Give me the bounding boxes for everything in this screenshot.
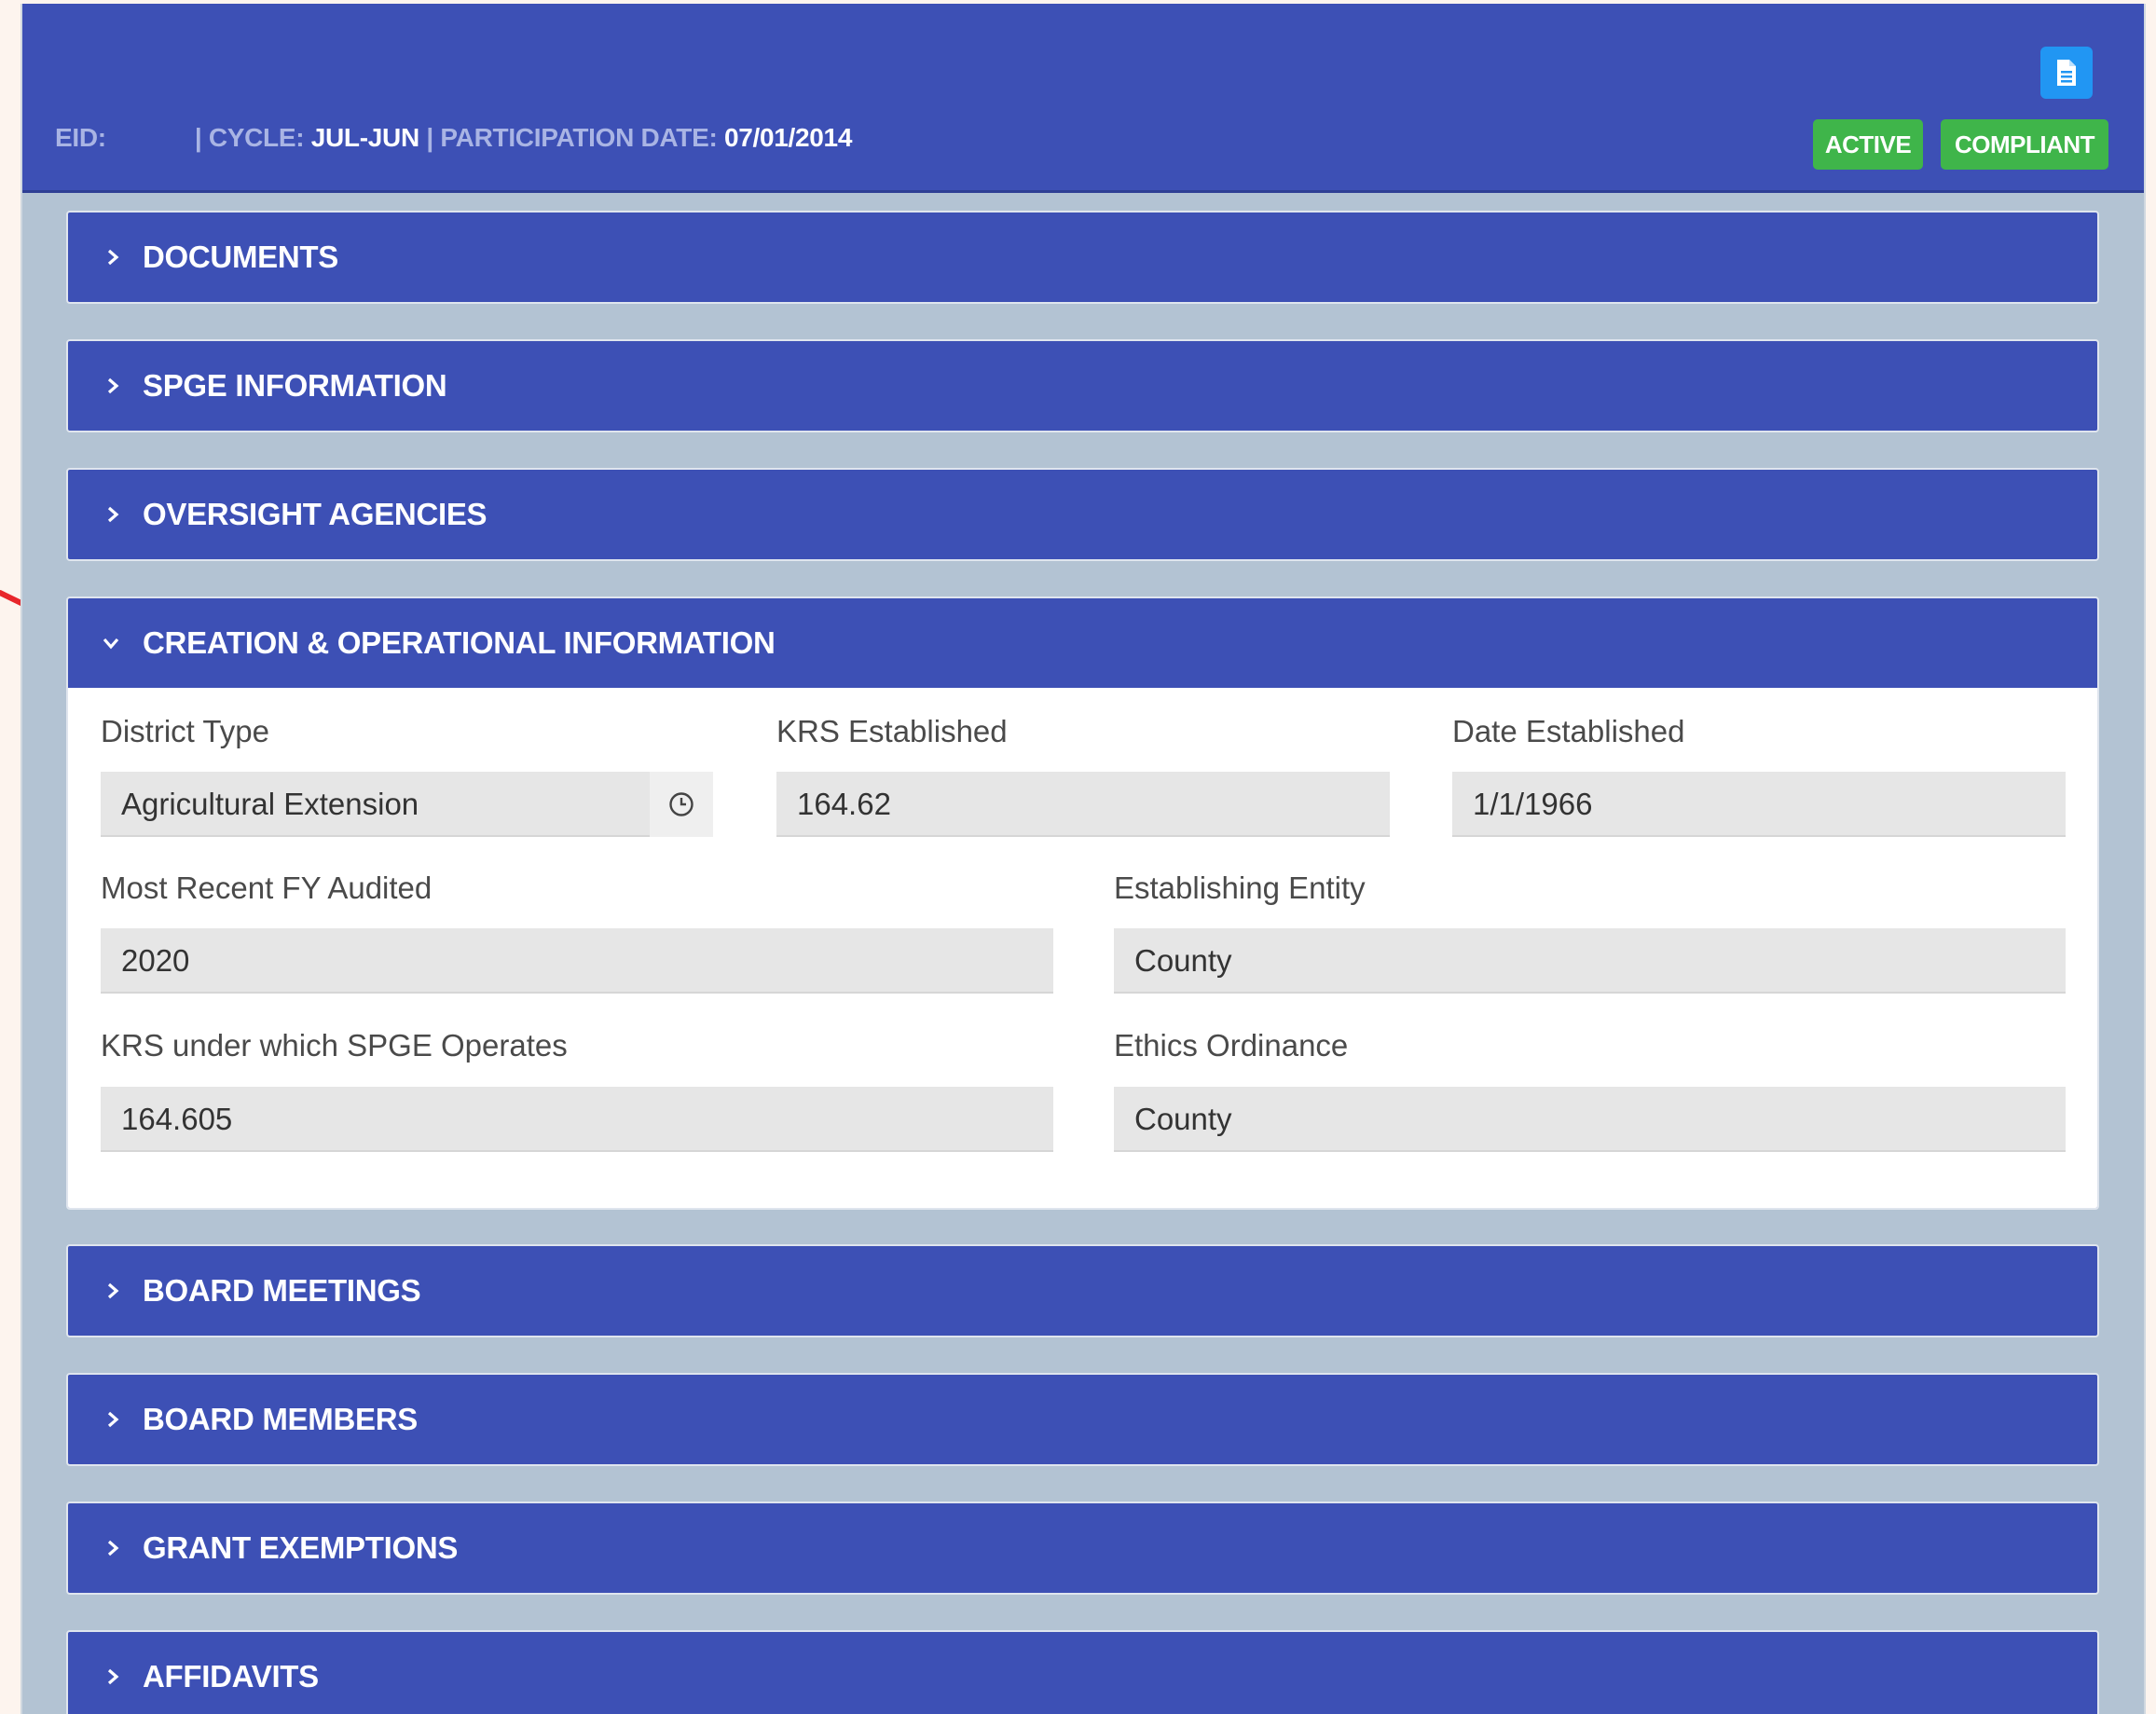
krs-operates-field[interactable]: 164.605	[101, 1087, 1053, 1152]
district-type-history-button[interactable]	[650, 772, 713, 837]
panel-title: BOARD MEETINGS	[143, 1273, 421, 1308]
chevron-right-icon	[107, 1668, 119, 1685]
panel-title: DOCUMENTS	[143, 240, 338, 274]
eid-label: EID:	[55, 123, 106, 152]
creation-operational-form: District Type Agricultural Extension KRS…	[68, 688, 2097, 1208]
panel-spge-information: SPGE INFORMATION	[66, 339, 2099, 432]
status-badge-compliant: COMPLIANT	[1941, 119, 2108, 170]
cycle-value: JUL-JUN	[310, 123, 419, 152]
krs-established-label: KRS Established	[776, 714, 1008, 748]
district-type-field[interactable]: Agricultural Extension	[101, 772, 650, 837]
panel-title: CREATION & OPERATIONAL INFORMATION	[143, 625, 776, 660]
panel-spge-information-header[interactable]: SPGE INFORMATION	[68, 341, 2097, 431]
panel-title: AFFIDAVITS	[143, 1659, 319, 1693]
krs-operates-label: KRS under which SPGE Operates	[101, 1028, 568, 1063]
panel-title: SPGE INFORMATION	[143, 368, 447, 403]
entity-meta-line: EID: | CYCLE: JUL-JUN | PARTICIPATION DAT…	[55, 123, 852, 153]
panel-title: OVERSIGHT AGENCIES	[143, 497, 488, 531]
panel-affidavits: AFFIDAVITS	[66, 1630, 2099, 1714]
participation-date-value: 07/01/2014	[723, 123, 853, 152]
most-recent-fy-audited-field[interactable]: 2020	[101, 928, 1053, 994]
panel-creation-operational-header[interactable]: CREATION & OPERATIONAL INFORMATION	[68, 598, 2097, 688]
ethics-ordinance-label: Ethics Ordinance	[1114, 1028, 1349, 1063]
panel-documents: DOCUMENTS	[66, 211, 2099, 304]
panel-title: GRANT EXEMPTIONS	[143, 1530, 459, 1565]
panel-creation-operational: CREATION & OPERATIONAL INFORMATION Distr…	[66, 596, 2099, 1210]
chevron-right-icon	[107, 1540, 119, 1556]
date-established-label: Date Established	[1452, 714, 1685, 748]
entity-header: EID: | CYCLE: JUL-JUN | PARTICIPATION DAT…	[22, 4, 2144, 193]
status-badge-active: ACTIVE	[1813, 119, 1923, 170]
chevron-right-icon	[107, 377, 119, 394]
panel-oversight-agencies: OVERSIGHT AGENCIES	[66, 468, 2099, 561]
ethics-ordinance-field[interactable]: County	[1114, 1087, 2066, 1152]
panel-affidavits-header[interactable]: AFFIDAVITS	[68, 1632, 2097, 1714]
establishing-entity-field[interactable]: County	[1114, 928, 2066, 994]
panel-oversight-agencies-header[interactable]: OVERSIGHT AGENCIES	[68, 470, 2097, 559]
panel-documents-header[interactable]: DOCUMENTS	[68, 213, 2097, 302]
district-type-label: District Type	[101, 714, 269, 748]
date-established-field[interactable]: 1/1/1966	[1452, 772, 2066, 837]
panel-board-meetings: BOARD MEETINGS	[66, 1244, 2099, 1337]
panel-board-members: BOARD MEMBERS	[66, 1373, 2099, 1466]
krs-established-field[interactable]: 164.62	[776, 772, 1390, 837]
panel-board-members-header[interactable]: BOARD MEMBERS	[68, 1375, 2097, 1464]
cycle-label: | CYCLE:	[194, 123, 305, 152]
clock-icon	[669, 792, 693, 816]
panel-grant-exemptions: GRANT EXEMPTIONS	[66, 1501, 2099, 1595]
chevron-right-icon	[107, 249, 119, 266]
establishing-entity-label: Establishing Entity	[1114, 871, 1366, 905]
panel-board-meetings-header[interactable]: BOARD MEETINGS	[68, 1246, 2097, 1336]
spge-detail-frame: EID: | CYCLE: JUL-JUN | PARTICIPATION DAT…	[21, 4, 2146, 1714]
most-recent-fy-audited-label: Most Recent FY Audited	[101, 871, 433, 905]
panel-title: BOARD MEMBERS	[143, 1402, 418, 1436]
view-document-button[interactable]	[2040, 47, 2093, 99]
chevron-right-icon	[107, 506, 119, 523]
participation-date-label: | PARTICIPATION DATE:	[426, 123, 718, 152]
chevron-right-icon	[107, 1282, 119, 1299]
document-icon	[2057, 60, 2076, 86]
panel-grant-exemptions-header[interactable]: GRANT EXEMPTIONS	[68, 1503, 2097, 1593]
chevron-right-icon	[107, 1411, 119, 1428]
chevron-down-icon	[103, 638, 119, 650]
